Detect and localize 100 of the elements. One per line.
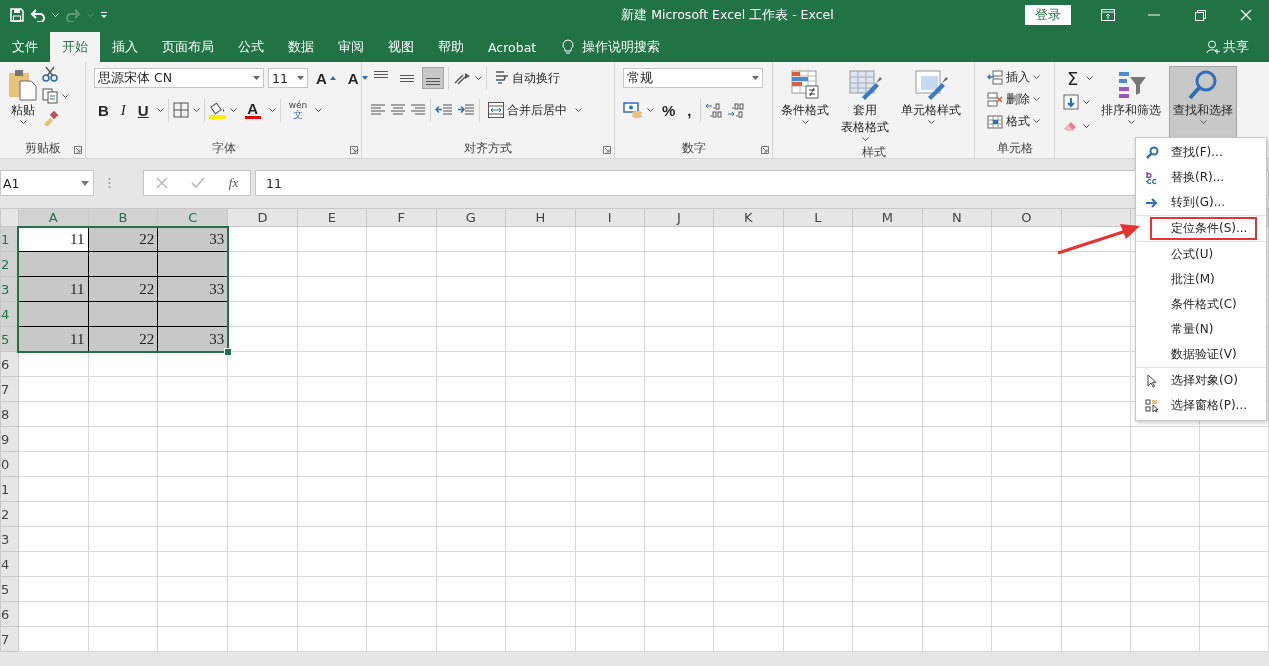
caret-icon[interactable] (156, 108, 164, 112)
ribbon-tab[interactable]: Acrobat (476, 32, 549, 62)
bold-button[interactable]: B (94, 99, 113, 121)
underline-button[interactable]: U (133, 99, 153, 121)
menu-item[interactable]: 数据验证(V) (1168, 345, 1240, 364)
shrink-font-button[interactable]: A (343, 67, 372, 89)
dialog-launcher-icon[interactable] (74, 146, 82, 154)
row-header[interactable]: 7 (0, 376, 19, 402)
decrease-decimal-icon[interactable] (726, 102, 745, 118)
caret-icon[interactable] (229, 108, 237, 112)
menu-item[interactable]: 查找(F)... (1168, 143, 1226, 162)
caret-icon[interactable] (1086, 76, 1094, 80)
row-header[interactable]: 7 (0, 626, 19, 652)
undo-icon[interactable] (30, 8, 46, 22)
ribbon-tab[interactable]: 数据 (276, 32, 326, 62)
increase-decimal-icon[interactable] (704, 102, 723, 118)
row-header[interactable]: 3 (0, 526, 19, 552)
comma-button[interactable]: , (683, 99, 696, 121)
caret-icon[interactable] (192, 108, 200, 112)
style-button[interactable]: 套用 表格格式 (837, 66, 893, 144)
merge-center-button[interactable]: 合并后居中 (484, 99, 571, 121)
caret-icon[interactable] (315, 108, 323, 112)
caret-icon[interactable] (62, 94, 69, 98)
column-header[interactable]: H (505, 208, 576, 227)
borders-icon[interactable] (172, 102, 189, 118)
caret-icon[interactable] (1199, 120, 1207, 124)
font-name-dropdown[interactable]: 思源宋体 CN (94, 68, 264, 88)
fill-handle[interactable] (223, 347, 232, 356)
scissors-icon[interactable] (42, 66, 58, 82)
ribbon-tab[interactable]: 文件 (0, 32, 50, 62)
close-icon[interactable] (1240, 9, 1252, 21)
restore-icon[interactable] (1194, 9, 1206, 21)
menu-item[interactable]: 定位条件(S)... (1152, 219, 1256, 238)
column-header[interactable]: M (852, 208, 922, 227)
cells-menu-button[interactable]: 插入 (983, 66, 1044, 88)
caret-icon[interactable] (1083, 100, 1090, 104)
column-header[interactable]: A (18, 208, 88, 227)
format-painter-icon[interactable] (42, 110, 58, 126)
caret-icon[interactable] (647, 108, 654, 112)
find-select-button[interactable]: 查找和选择 (1169, 66, 1238, 138)
row-header[interactable]: 3 (0, 276, 19, 302)
caret-icon[interactable] (268, 108, 276, 112)
fill-color-icon[interactable] (208, 101, 226, 119)
ribbon-tab[interactable]: 开始 (50, 32, 100, 62)
cells-menu-button[interactable]: 删除 (983, 88, 1044, 110)
menu-item[interactable]: 选择窗格(P)... (1168, 396, 1251, 415)
row-header[interactable]: 4 (0, 551, 19, 577)
caret-icon[interactable] (575, 108, 582, 112)
column-header[interactable]: J (644, 208, 714, 227)
dialog-launcher-icon[interactable] (603, 146, 611, 154)
lightbulb-icon[interactable] (562, 39, 575, 55)
number-format-dropdown[interactable]: 常规 (623, 68, 763, 88)
style-button[interactable]: 条件格式 (777, 66, 833, 144)
caret-icon[interactable] (1083, 124, 1090, 128)
cells-menu-button[interactable]: 格式 (983, 110, 1044, 132)
tell-me-search[interactable]: 操作说明搜索 (582, 38, 661, 56)
font-color-button[interactable]: A (240, 99, 265, 121)
style-button[interactable]: 单元格样式 (897, 66, 965, 144)
ribbon-tab[interactable]: 公式 (226, 32, 276, 62)
customize-icon[interactable] (100, 11, 108, 19)
grow-font-button[interactable]: A (312, 67, 340, 89)
column-header[interactable]: B (88, 208, 158, 227)
column-header[interactable]: I (575, 208, 645, 227)
share-button[interactable]: 共享 (1206, 32, 1249, 62)
name-box[interactable]: A1 (0, 170, 94, 196)
percent-button[interactable]: % (658, 99, 680, 121)
column-header[interactable]: O (991, 208, 1062, 227)
caret-icon[interactable] (475, 76, 482, 80)
column-header[interactable]: E (297, 208, 367, 227)
dialog-launcher-icon[interactable] (350, 146, 358, 154)
vertical-align-button[interactable] (422, 67, 444, 89)
orientation-icon[interactable] (453, 70, 471, 86)
column-header[interactable]: D (227, 208, 298, 227)
menu-item[interactable]: 转到(G)... (1168, 193, 1229, 212)
menu-item[interactable]: 常量(N) (1168, 320, 1217, 339)
caret-icon[interactable] (1033, 97, 1040, 101)
column-header[interactable]: N (922, 208, 992, 227)
row-header[interactable]: 6 (0, 601, 19, 627)
ribbon-tab[interactable]: 审阅 (326, 32, 376, 62)
row-header[interactable]: 1 (0, 226, 19, 252)
decrease-indent-icon[interactable] (435, 103, 453, 117)
row-header[interactable]: 2 (0, 501, 19, 527)
row-header[interactable]: 1 (0, 476, 19, 502)
menu-item[interactable]: 条件格式(C) (1168, 295, 1240, 314)
row-header[interactable]: 6 (0, 351, 19, 377)
menu-item[interactable]: 公式(U) (1168, 245, 1217, 264)
caret-icon[interactable] (1033, 75, 1040, 79)
save-icon[interactable] (10, 8, 24, 22)
caret-icon[interactable] (801, 120, 809, 124)
menu-item[interactable]: 替换(R)... (1168, 168, 1228, 187)
row-header[interactable]: 0 (0, 451, 19, 477)
wrap-text-button[interactable]: 自动换行 (491, 67, 564, 89)
sign-in-button[interactable]: 登录 (1025, 5, 1071, 25)
menu-item[interactable]: 选择对象(O) (1168, 371, 1241, 390)
row-header[interactable]: 2 (0, 251, 19, 277)
ribbon-tab[interactable]: 页面布局 (150, 32, 226, 62)
row-header[interactable]: 9 (0, 426, 19, 452)
column-header[interactable]: F (366, 208, 437, 227)
ribbon-tab[interactable]: 插入 (100, 32, 150, 62)
ribbon-tab[interactable]: 帮助 (426, 32, 476, 62)
